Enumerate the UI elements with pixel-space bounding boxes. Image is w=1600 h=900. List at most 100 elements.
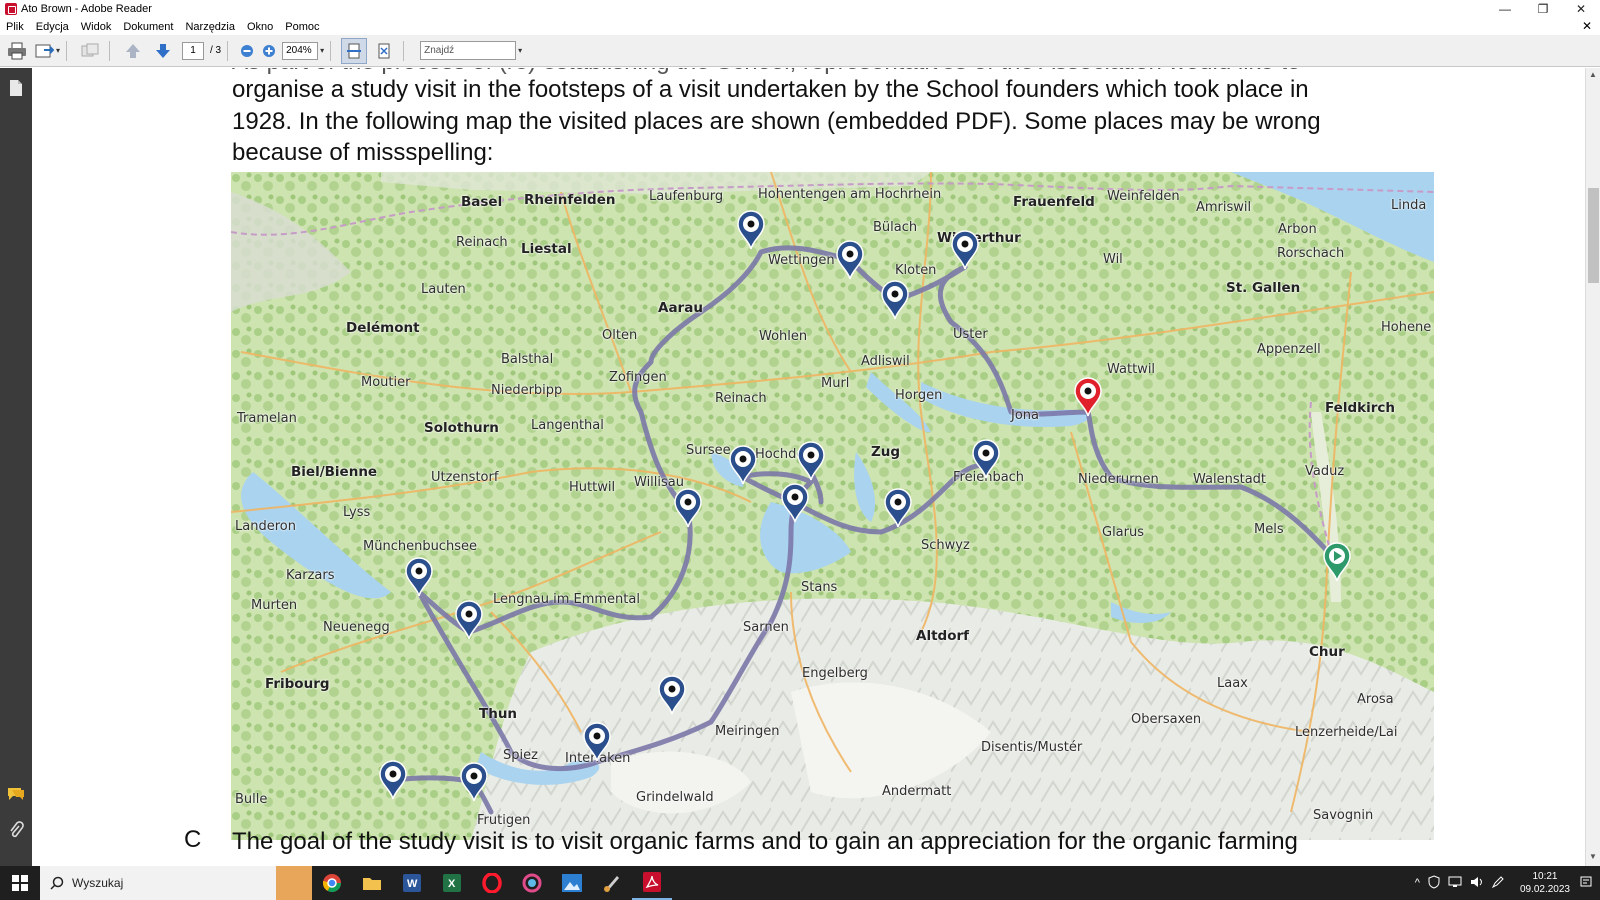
map-marker-icon[interactable] xyxy=(582,722,612,762)
map-marker-icon[interactable] xyxy=(971,439,1001,479)
image-icon xyxy=(562,874,582,892)
map-marker-icon[interactable] xyxy=(883,488,913,528)
paperclip-icon xyxy=(10,821,24,838)
taskbar-chrome[interactable] xyxy=(312,866,352,900)
place-label: Karzars xyxy=(286,568,335,583)
print-button[interactable] xyxy=(4,38,30,64)
place-label: Tramelan xyxy=(237,411,297,426)
map-marker-icon[interactable] xyxy=(880,280,910,320)
taskbar-image-app[interactable] xyxy=(552,866,592,900)
scroll-down-icon[interactable]: ▼ xyxy=(1589,852,1597,861)
place-label: Huttwil xyxy=(569,480,616,495)
page-number-input[interactable]: 1 xyxy=(182,41,204,60)
map-marker-icon[interactable] xyxy=(459,762,489,802)
acrobat-icon xyxy=(643,872,661,892)
map-marker-icon[interactable] xyxy=(736,210,766,250)
fit-width-button[interactable] xyxy=(341,37,368,64)
taskbar-opera[interactable] xyxy=(472,866,512,900)
map-marker-icon[interactable] xyxy=(454,600,484,640)
pages-panel-button[interactable] xyxy=(6,78,26,98)
taskbar-excel[interactable]: X xyxy=(432,866,472,900)
taskbar-paint[interactable] xyxy=(592,866,632,900)
volume-icon[interactable] xyxy=(1470,876,1484,891)
place-label: Jona xyxy=(1011,408,1039,423)
map-marker-icon[interactable] xyxy=(950,230,980,270)
map-marker-icon[interactable] xyxy=(673,488,703,528)
taskbar-explorer[interactable] xyxy=(352,866,392,900)
collaborate-button[interactable] xyxy=(77,38,103,64)
place-label: Obersaxen xyxy=(1131,712,1202,727)
map-marker-icon[interactable] xyxy=(728,445,758,485)
minimize-button[interactable]: — xyxy=(1486,0,1524,18)
vertical-scrollbar[interactable]: ▲ ▼ xyxy=(1585,68,1600,866)
menu-pomoc[interactable]: Pomoc xyxy=(279,21,325,33)
prev-page-button[interactable] xyxy=(120,38,146,64)
map-marker-icon[interactable] xyxy=(378,760,408,800)
zoom-in-button[interactable] xyxy=(260,38,278,64)
menu-dokument[interactable]: Dokument xyxy=(117,21,179,33)
network-icon[interactable] xyxy=(1448,876,1462,891)
attachments-panel-button[interactable] xyxy=(6,820,26,840)
map-marker-icon[interactable] xyxy=(404,557,434,597)
menu-okno[interactable]: Okno xyxy=(241,21,279,33)
place-label: Savognin xyxy=(1313,808,1374,823)
comments-panel-button[interactable] xyxy=(6,784,26,804)
security-icon[interactable] xyxy=(1428,874,1440,892)
fit-page-icon xyxy=(378,43,390,58)
taskbar-word[interactable]: W xyxy=(392,866,432,900)
map-marker-icon[interactable] xyxy=(835,240,865,280)
route-map[interactable]: Basel Rheinfelden Laufenburg Hohentengen am… xyxy=(231,172,1434,840)
document-close-icon[interactable]: ✕ xyxy=(1582,19,1592,33)
search-highlight-image[interactable] xyxy=(276,866,312,900)
zoom-out-button[interactable] xyxy=(238,38,256,64)
tray-expand-icon[interactable]: ^ xyxy=(1415,877,1420,889)
zoom-input[interactable]: 204% xyxy=(282,41,319,60)
map-marker-icon[interactable] xyxy=(657,675,687,715)
scroll-up-icon[interactable]: ▲ xyxy=(1589,70,1597,79)
fit-page-button[interactable] xyxy=(371,38,397,64)
place-label: Feldkirch xyxy=(1325,400,1395,416)
navigation-panel xyxy=(0,68,32,866)
scroll-thumb[interactable] xyxy=(1588,188,1599,283)
place-label: Landeron xyxy=(235,519,296,534)
word-icon: W xyxy=(403,874,421,892)
start-button[interactable] xyxy=(0,866,40,900)
map-marker-icon[interactable] xyxy=(796,441,826,481)
taskbar-adobe-reader[interactable] xyxy=(632,866,672,900)
destination-marker-icon[interactable] xyxy=(1073,377,1103,417)
zoom-dropdown-icon[interactable]: ▾ xyxy=(320,46,324,55)
start-marker-icon[interactable] xyxy=(1322,542,1352,582)
menu-plik[interactable]: Plik xyxy=(0,21,30,33)
title-bar: Ato Brown - Adobe Reader — ❐ ✕ xyxy=(0,0,1600,18)
place-label: Murten xyxy=(251,598,298,613)
pen-icon[interactable] xyxy=(1491,875,1504,891)
restore-button[interactable]: ❐ xyxy=(1524,0,1562,18)
place-label: Olten xyxy=(602,328,638,343)
place-label: Niederbipp xyxy=(491,383,563,398)
notifications-icon[interactable] xyxy=(1580,876,1592,891)
arrow-up-icon xyxy=(126,43,140,58)
taskbar-photos[interactable] xyxy=(512,866,552,900)
place-label: Frauenfeld xyxy=(1013,194,1095,210)
next-page-button[interactable] xyxy=(150,38,176,64)
menu-narzedzia[interactable]: Narzędzia xyxy=(179,21,241,33)
menu-widok[interactable]: Widok xyxy=(75,21,118,33)
place-label: Altdorf xyxy=(916,628,969,644)
menu-edycja[interactable]: Edycja xyxy=(30,21,75,33)
place-label: Adliswil xyxy=(861,354,910,369)
place-label: Solothurn xyxy=(424,420,499,436)
document-view[interactable]: As part of the process of (re) establish… xyxy=(32,68,1585,866)
taskbar-search[interactable]: Wyszukaj xyxy=(40,866,276,900)
clock[interactable]: 10:21 09.02.2023 xyxy=(1520,870,1570,896)
place-label: Laax xyxy=(1217,676,1248,691)
svg-text:W: W xyxy=(407,878,418,890)
find-input[interactable]: Znajdź xyxy=(420,41,517,60)
export-button[interactable]: ▾ xyxy=(34,38,60,64)
system-tray: ^ 10:21 09.02.2023 xyxy=(1415,866,1600,900)
place-label: Münchenbuchsee xyxy=(363,539,477,554)
page-total: / 3 xyxy=(210,45,222,56)
map-marker-icon[interactable] xyxy=(780,483,810,523)
close-button[interactable]: ✕ xyxy=(1562,0,1600,18)
find-dropdown-icon[interactable]: ▾ xyxy=(518,46,522,55)
place-label: Liestal xyxy=(521,241,572,257)
